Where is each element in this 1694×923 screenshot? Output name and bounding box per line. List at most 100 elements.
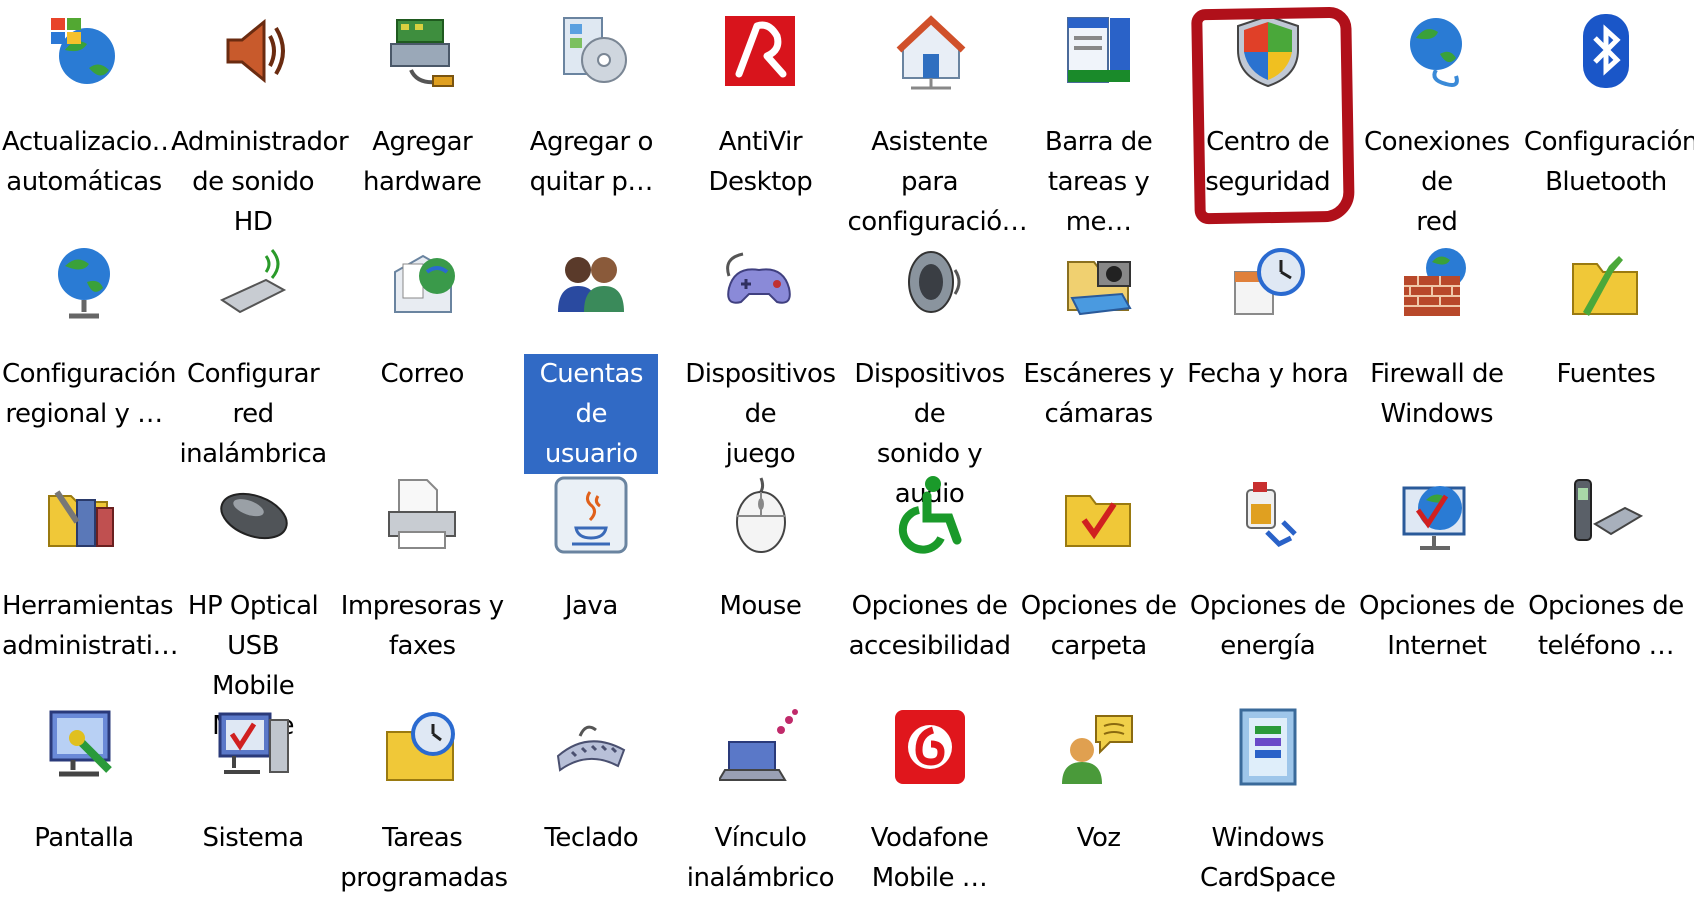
item-label[interactable]: Herramientas administrati… [2, 586, 178, 666]
speaker-icon[interactable] [212, 10, 294, 92]
control-panel-item[interactable]: Vodafone Mobile … [846, 698, 1014, 923]
item-label[interactable]: Tareas programadas [340, 818, 508, 898]
add-remove-programs-icon[interactable] [550, 10, 632, 92]
item-label[interactable]: Windows CardSpace [1186, 818, 1350, 898]
item-label[interactable]: Centro de seguridad [1186, 122, 1350, 202]
item-label[interactable]: Pantalla [2, 818, 166, 858]
control-panel-item[interactable]: Escáneres y cámaras [1015, 234, 1183, 459]
item-label[interactable]: Teclado [509, 818, 673, 858]
control-panel-item[interactable]: Sistema [169, 698, 337, 923]
control-panel-item[interactable]: Herramientas administrati… [0, 466, 178, 691]
item-label[interactable]: Correo [340, 354, 504, 394]
printer-icon[interactable] [381, 474, 463, 556]
network-setup-icon[interactable] [889, 10, 971, 92]
control-panel-item[interactable]: Centro de seguridad [1184, 2, 1352, 227]
item-label[interactable]: Impresoras y faxes [340, 586, 504, 666]
hp-mouse-icon[interactable] [212, 474, 294, 556]
scanner-camera-icon[interactable] [1058, 242, 1140, 324]
keyboard-icon[interactable] [550, 706, 632, 788]
add-hardware-icon[interactable] [381, 10, 463, 92]
control-panel-item[interactable]: Opciones de energía [1184, 466, 1352, 691]
control-panel-item[interactable]: Fuentes [1522, 234, 1690, 459]
item-label[interactable]: Opciones de accesibilidad [848, 586, 1012, 666]
accessibility-icon[interactable] [889, 474, 971, 556]
control-panel-item[interactable]: Opciones de teléfono … [1522, 466, 1690, 691]
item-label[interactable]: Sistema [171, 818, 335, 858]
control-panel-item[interactable]: Firewall de Windows [1353, 234, 1521, 459]
taskbar-icon[interactable] [1058, 10, 1140, 92]
gamepad-icon[interactable] [719, 242, 801, 324]
internet-options-icon[interactable] [1396, 474, 1478, 556]
vodafone-icon[interactable] [889, 706, 971, 788]
speech-icon[interactable] [1058, 706, 1140, 788]
item-label[interactable]: Opciones de energía [1186, 586, 1350, 666]
item-label[interactable]: Opciones de teléfono … [1524, 586, 1688, 666]
fonts-folder-icon[interactable] [1565, 242, 1647, 324]
item-label[interactable]: Fecha y hora [1186, 354, 1350, 394]
date-time-icon[interactable] [1227, 242, 1309, 324]
control-panel-item[interactable]: Administrador de sonido HD [169, 2, 349, 237]
item-label[interactable]: Configurar red inalámbrica [171, 354, 335, 474]
item-label[interactable]: Fuentes [1524, 354, 1688, 394]
item-label[interactable]: Configuración Bluetooth [1524, 122, 1694, 202]
item-label[interactable]: Escáneres y cámaras [1017, 354, 1181, 434]
control-panel-item[interactable]: HP Optical USB Mobile Mouse [169, 466, 337, 741]
control-panel-item[interactable]: Opciones de carpeta [1015, 466, 1183, 691]
control-panel-item[interactable]: Asistente para configuració… [846, 2, 1028, 237]
control-panel-item[interactable]: Configuración Bluetooth [1522, 2, 1694, 227]
item-label[interactable]: Opciones de Internet [1355, 586, 1519, 666]
control-panel-item[interactable]: Actualizacio… automáticas [0, 2, 178, 227]
item-label[interactable]: Firewall de Windows [1355, 354, 1519, 434]
control-panel-item[interactable]: Correo [338, 234, 506, 459]
item-label[interactable]: Barra de tareas y me… [1017, 122, 1181, 242]
user-accounts-icon[interactable] [550, 242, 632, 324]
control-panel-item[interactable]: Dispositivos de sonido y audio [846, 234, 1014, 509]
item-label[interactable]: Agregar o quitar p… [509, 122, 673, 202]
item-label[interactable]: Conexiones de red [1355, 122, 1519, 242]
mouse-icon[interactable] [719, 474, 801, 556]
item-label[interactable]: Vodafone Mobile … [848, 818, 1012, 898]
control-panel-item[interactable]: Dispositivos de juego [676, 234, 844, 469]
item-label[interactable]: Cuentas de usuario [524, 354, 659, 474]
item-label[interactable]: Opciones de carpeta [1017, 586, 1181, 666]
control-panel-item[interactable]: Tareas programadas [338, 698, 508, 923]
phone-modem-icon[interactable] [1565, 474, 1647, 556]
control-panel-item[interactable]: Cuentas de usuario [507, 234, 675, 474]
control-panel-item[interactable]: Configurar red inalámbrica [169, 234, 337, 469]
cardspace-icon[interactable] [1227, 706, 1309, 788]
system-icon[interactable] [212, 706, 294, 788]
control-panel-item[interactable]: Vínculo inalámbrico [676, 698, 844, 923]
globe-icon[interactable] [43, 242, 125, 324]
admin-tools-icon[interactable] [43, 474, 125, 556]
control-panel-item[interactable]: Agregar o quitar p… [507, 2, 675, 227]
item-label[interactable]: Configuración regional y … [2, 354, 176, 434]
windows-update-icon[interactable] [43, 10, 125, 92]
security-shield-icon[interactable] [1227, 10, 1309, 92]
item-label[interactable]: Actualizacio… automáticas [2, 122, 178, 202]
mail-icon[interactable] [381, 242, 463, 324]
network-globe-icon[interactable] [1396, 10, 1478, 92]
java-icon[interactable] [550, 474, 632, 556]
audio-speaker-icon[interactable] [889, 242, 971, 324]
item-label[interactable]: Administrador de sonido HD [171, 122, 349, 242]
control-panel-item[interactable]: Fecha y hora [1184, 234, 1352, 459]
display-icon[interactable] [43, 706, 125, 788]
control-panel-item[interactable]: Impresoras y faxes [338, 466, 506, 691]
control-panel-item[interactable]: Barra de tareas y me… [1015, 2, 1183, 237]
item-label[interactable]: Vínculo inalámbrico [678, 818, 842, 898]
item-label[interactable]: Mouse [678, 586, 842, 626]
control-panel-item[interactable]: Windows CardSpace [1184, 698, 1352, 923]
control-panel-item[interactable]: Pantalla [0, 698, 168, 923]
power-options-icon[interactable] [1227, 474, 1309, 556]
wireless-link-icon[interactable] [719, 706, 801, 788]
firewall-icon[interactable] [1396, 242, 1478, 324]
control-panel-item[interactable]: Conexiones de red [1353, 2, 1521, 237]
antivir-icon[interactable] [719, 10, 801, 92]
control-panel-item[interactable]: Voz [1015, 698, 1183, 923]
wireless-adapter-icon[interactable] [212, 242, 294, 324]
bluetooth-icon[interactable] [1565, 10, 1647, 92]
item-label[interactable]: Agregar hardware [340, 122, 504, 202]
item-label[interactable]: AntiVir Desktop [678, 122, 842, 202]
control-panel-item[interactable]: Java [507, 466, 675, 691]
folder-options-icon[interactable] [1058, 474, 1140, 556]
